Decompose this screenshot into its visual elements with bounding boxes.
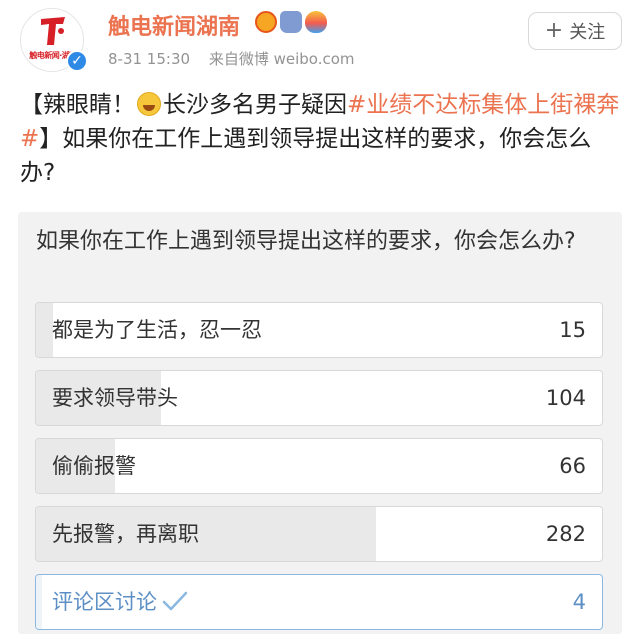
verified-badge-icon: ✓ [66,50,88,72]
poll-option-selected[interactable]: 评论区讨论 4 [35,574,603,630]
checkmark-icon [162,591,188,611]
post-source[interactable]: 来自微博 weibo.com [209,50,355,68]
poll-option[interactable]: 要求领导带头 104 [35,370,603,426]
post-meta: 8-31 15:30 来自微博 weibo.com [108,48,355,69]
post-text-part3: 】如果你在工作上遇到领导提出这样的要求，你会怎么办? [20,126,592,186]
poll-option-label: 评论区讨论 [52,575,189,629]
crown-badge-icon[interactable] [255,11,277,33]
poll-option-count: 282 [545,522,586,546]
brand-logo-icon [41,17,65,45]
balloon-badge-icon[interactable] [305,11,327,33]
poll-option-bar [36,303,53,357]
post-text-part1: 【辣眼睛！ [20,92,135,118]
poll-option-bar [36,575,42,629]
poll-option[interactable]: 先报警，再离职 282 [35,506,603,562]
poll-option-count: 15 [559,318,586,342]
poll-option-label: 都是为了生活，忍一忍 [52,318,262,342]
poll-option[interactable]: 偷偷报警 66 [35,438,603,494]
username[interactable]: 触电新闻湖南 [108,9,240,41]
poll-option-count: 104 [545,386,586,410]
user-badges [255,11,327,33]
poll-option-count: 66 [559,454,586,478]
poll-option-label: 偷偷报警 [52,454,136,478]
poll-option-count: 4 [572,590,586,614]
plus-icon: + [544,18,564,43]
timestamp: 8-31 15:30 [108,50,191,68]
laugh-cry-emoji-icon [137,92,161,116]
poll-option[interactable]: 都是为了生活，忍一忍 15 [35,302,603,358]
poll-question: 如果你在工作上遇到领导提出这样的要求，你会怎么办? [36,229,576,254]
poll-option-label-text: 评论区讨论 [52,590,157,614]
poll-option-label: 要求领导带头 [52,386,178,410]
follow-label: 关注 [569,22,606,43]
post-text-part2: 长沙多名男子疑因 [163,92,347,118]
post-text: 【辣眼睛！ 长沙多名男子疑因#业绩不达标集体上街裸奔#】如果你在工作上遇到领导提出… [20,88,625,190]
backpack-badge-icon[interactable] [280,11,302,33]
poll-card: 如果你在工作上遇到领导提出这样的要求，你会怎么办? 都是为了生活，忍一忍 15 … [18,212,622,634]
follow-button[interactable]: + 关注 [528,12,622,50]
poll-option-label: 先报警，再离职 [52,522,199,546]
